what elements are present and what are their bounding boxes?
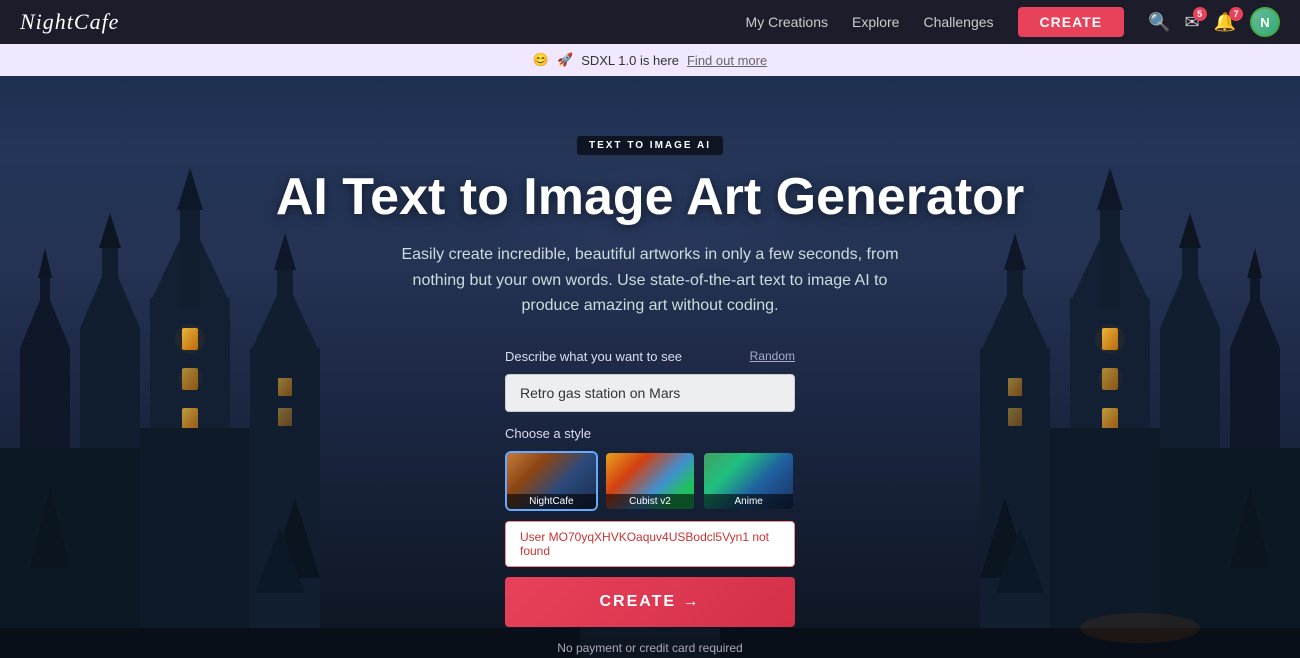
search-icon[interactable]: 🔍	[1148, 12, 1170, 33]
creation-form: Describe what you want to see Random Cho…	[505, 349, 795, 655]
nav-create-button[interactable]: CREATE	[1018, 7, 1125, 37]
error-message: User MO70yqXHVKOaquv4USBodcl5Vyn1 not fo…	[505, 521, 795, 567]
random-link[interactable]: Random	[750, 349, 795, 363]
describe-label: Describe what you want to see	[505, 349, 682, 364]
nav-link-challenges[interactable]: Challenges	[923, 14, 993, 30]
no-payment-text: No payment or credit card required	[505, 641, 795, 655]
style-option-anime-label: Anime	[704, 494, 793, 509]
messages-badge: 5	[1193, 7, 1207, 21]
announcement-text: SDXL 1.0 is here	[581, 53, 679, 68]
announcement-emoji1: 😊	[533, 52, 549, 68]
hero-tag: TEXT TO IMAGE AI	[577, 136, 723, 155]
style-label: Choose a style	[505, 426, 795, 441]
messages-icon[interactable]: ✉ 5	[1184, 12, 1199, 33]
notifications-badge: 7	[1229, 7, 1243, 21]
navbar-right: My Creations Explore Challenges CREATE 🔍…	[746, 7, 1280, 37]
style-option-anime[interactable]: Anime	[702, 451, 795, 511]
announcement-emoji2: 🚀	[557, 52, 573, 68]
hero-subtitle: Easily create incredible, beautiful artw…	[390, 242, 910, 319]
style-option-cubist[interactable]: Cubist v2	[604, 451, 697, 511]
describe-label-row: Describe what you want to see Random	[505, 349, 795, 364]
hero-title: AI Text to Image Art Generator	[276, 169, 1024, 226]
nav-icons: 🔍 ✉ 5 🔔 7 N	[1148, 7, 1280, 37]
announcement-bar: 😊 🚀 SDXL 1.0 is here Find out more	[0, 44, 1300, 76]
hero-content: TEXT TO IMAGE AI AI Text to Image Art Ge…	[0, 76, 1300, 658]
navbar: NightCafe My Creations Explore Challenge…	[0, 0, 1300, 44]
notifications-icon[interactable]: 🔔 7	[1214, 12, 1236, 33]
nav-link-explore[interactable]: Explore	[852, 14, 899, 30]
style-option-nightcafe[interactable]: NightCafe	[505, 451, 598, 511]
announcement-link[interactable]: Find out more	[687, 53, 767, 68]
style-options: NightCafe Cubist v2 Anime	[505, 451, 795, 511]
style-option-nightcafe-label: NightCafe	[507, 494, 596, 509]
brand-logo[interactable]: NightCafe	[20, 9, 119, 35]
style-option-cubist-label: Cubist v2	[606, 494, 695, 509]
create-button[interactable]: CREATE →	[505, 577, 795, 627]
user-avatar[interactable]: N	[1250, 7, 1280, 37]
nav-link-my-creations[interactable]: My Creations	[746, 14, 828, 30]
prompt-input[interactable]	[505, 374, 795, 412]
